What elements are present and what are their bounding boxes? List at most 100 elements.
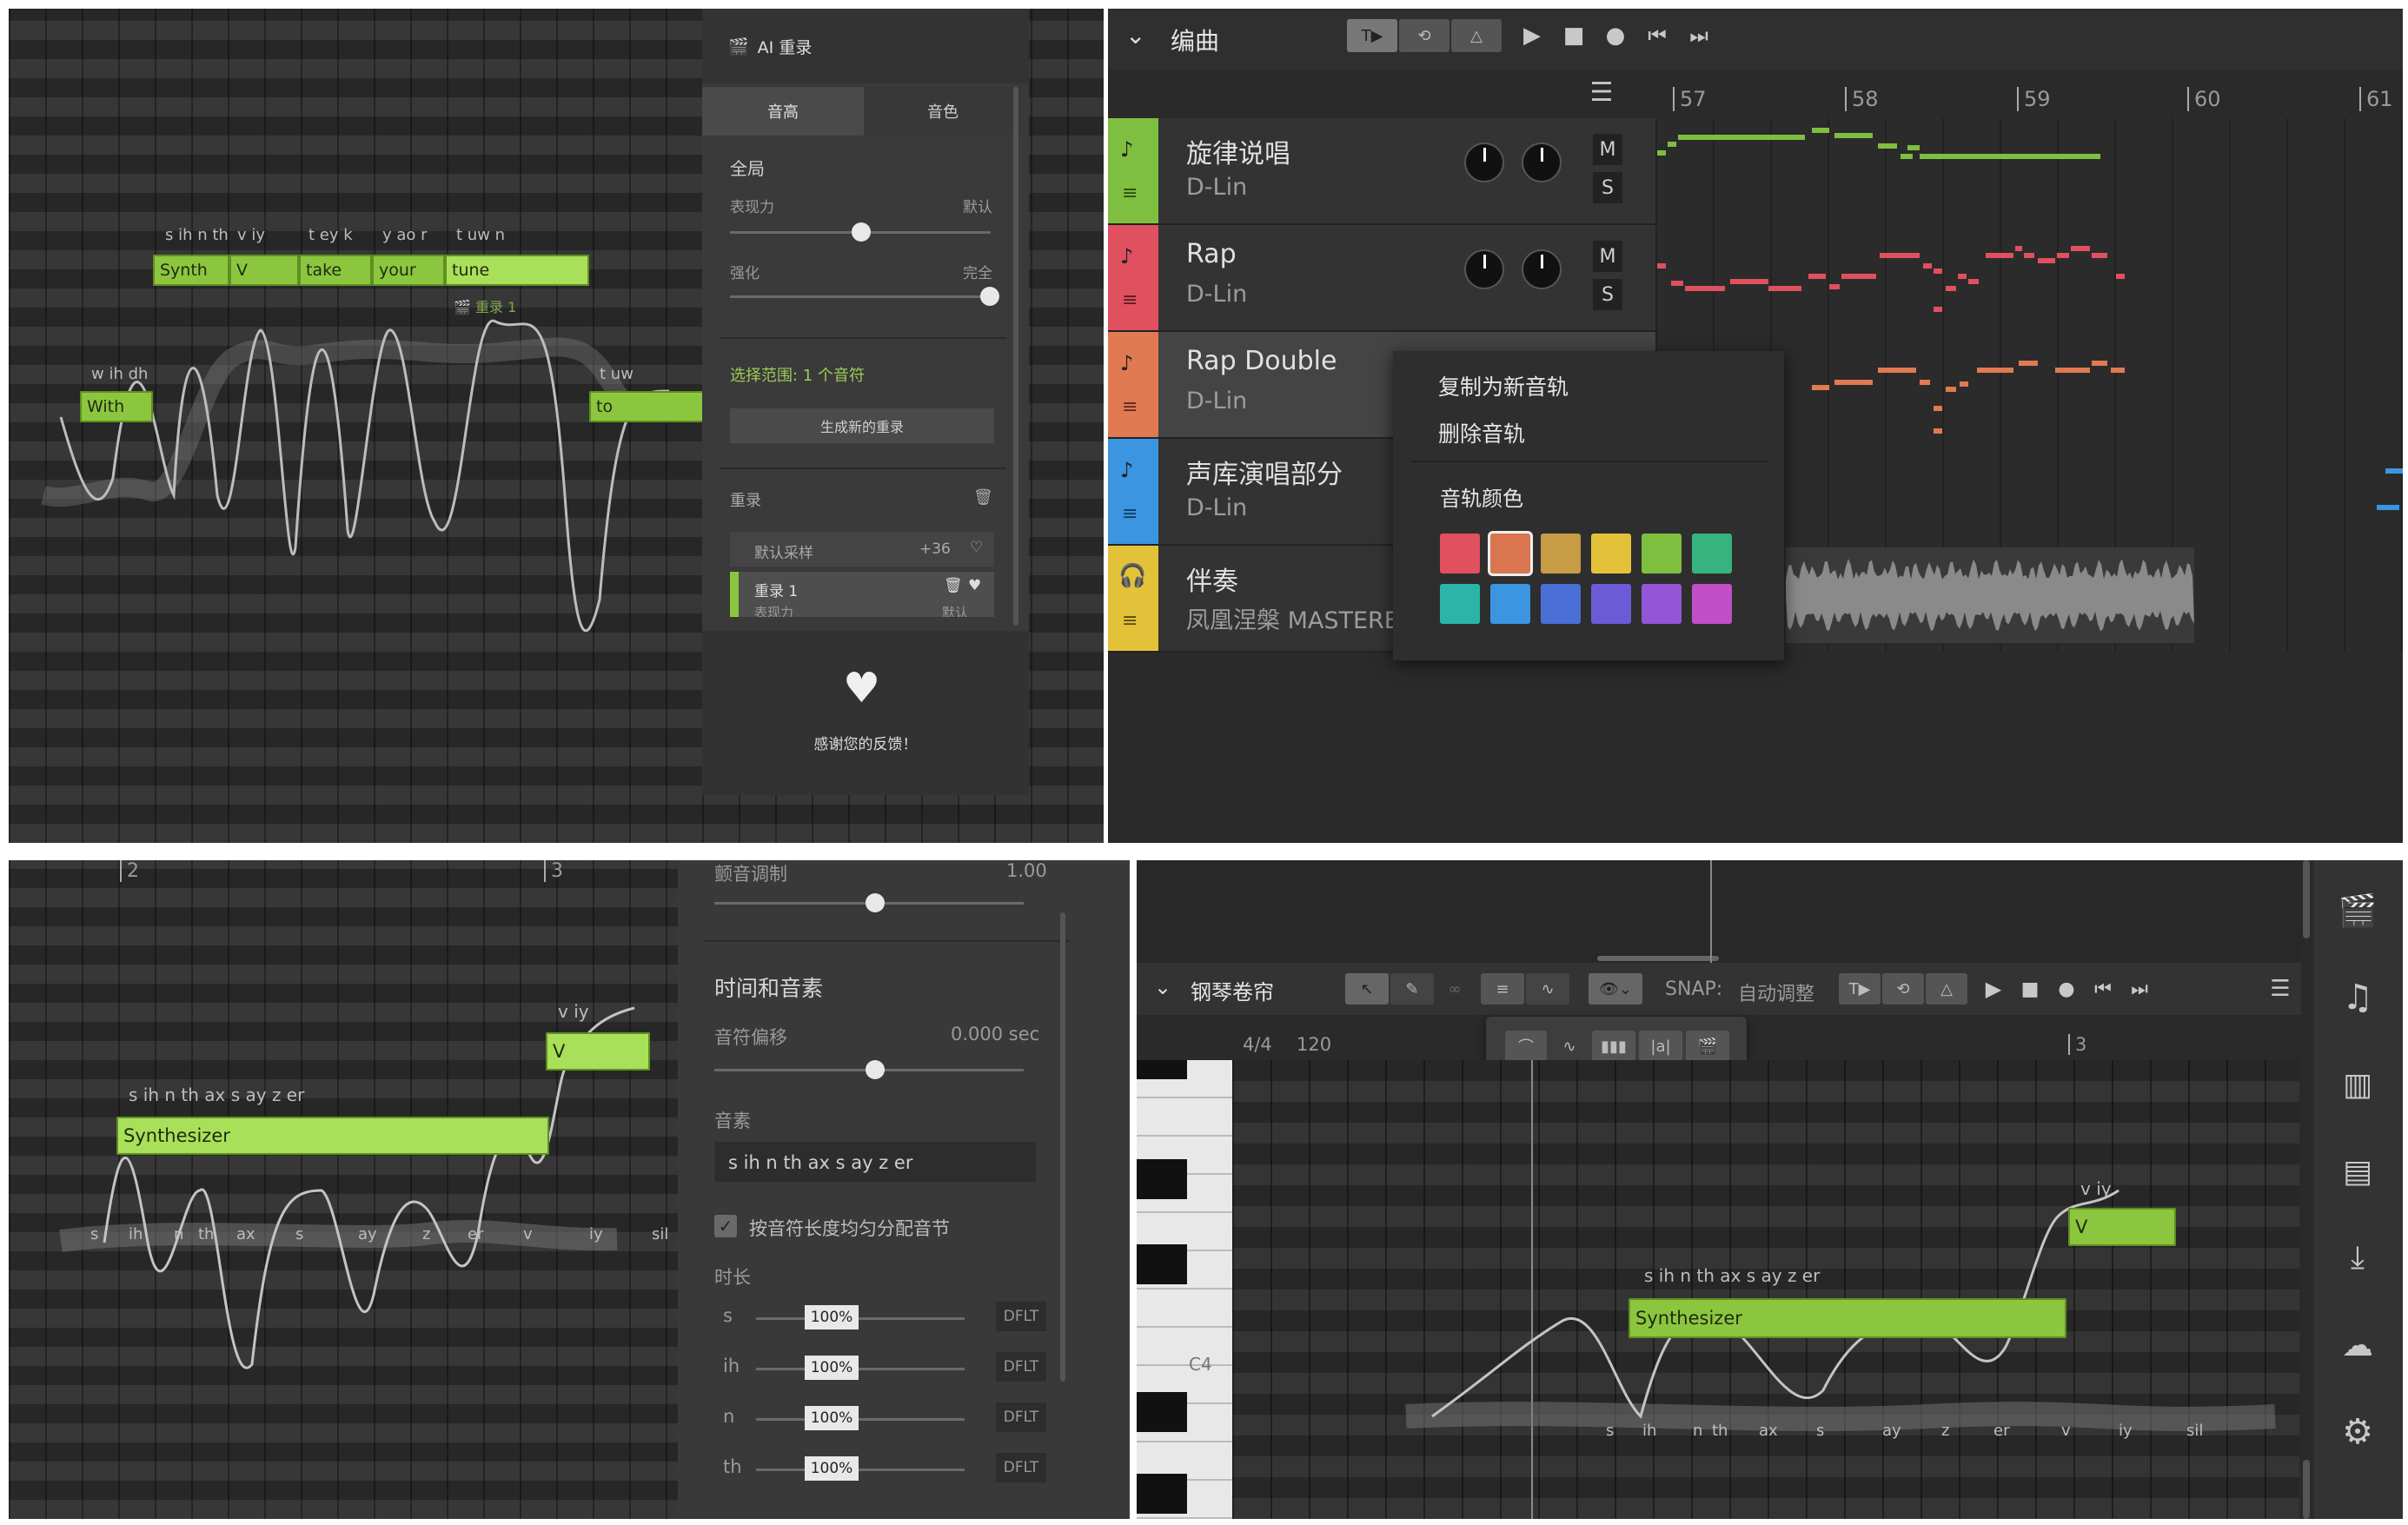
note-to[interactable]: to [589, 391, 711, 422]
retake-view-button[interactable]: 🎬 [1686, 1031, 1729, 1062]
record-icon[interactable]: ● [1600, 19, 1631, 52]
view-options-button[interactable]: 👁⌄ [1589, 973, 1642, 1005]
track-melody-rap[interactable]: ♪ ≡ 旋律说唱 D-Lin M S [1108, 118, 1655, 225]
retake-row-default[interactable]: 默认采样 +36 ♡ [730, 532, 994, 567]
drag-handle-icon[interactable]: ≡ [1122, 289, 1138, 311]
phoneme-cell[interactable]: sil [652, 1225, 668, 1243]
phoneme-cell[interactable]: th [1712, 1422, 1728, 1440]
color-swatch[interactable] [1490, 584, 1530, 624]
duration-slider[interactable] [756, 1368, 965, 1370]
phoneme-cell[interactable]: ax [236, 1225, 255, 1243]
vibrato-slider[interactable] [714, 893, 1024, 912]
note-v[interactable]: V [2068, 1208, 2176, 1246]
phoneme-cell[interactable]: z [422, 1225, 430, 1243]
stop-icon[interactable]: ■ [1558, 19, 1589, 52]
drag-handle-icon[interactable]: ≡ [1122, 610, 1138, 632]
pitch-tool-button[interactable]: ≡ [1481, 973, 1524, 1005]
phoneme-cell[interactable]: s [1816, 1422, 1824, 1440]
vertical-scrollbar[interactable] [2303, 1460, 2310, 1519]
phoneme-view-button[interactable]: |a| [1639, 1031, 1682, 1062]
color-swatch[interactable] [1591, 534, 1631, 574]
trash-icon[interactable]: 🗑 [973, 488, 993, 507]
volume-knob[interactable] [1464, 249, 1504, 289]
pitch-curve-view-button[interactable]: ⌒ [1505, 1031, 1547, 1062]
color-swatch[interactable] [1692, 534, 1732, 574]
skip-back-icon[interactable]: ⏮ [1642, 19, 1673, 52]
panel-scrollbar[interactable] [1060, 912, 1065, 1382]
solo-button[interactable]: S [1593, 279, 1622, 310]
phoneme-cell[interactable]: iy [2119, 1422, 2133, 1440]
mute-button[interactable]: M [1593, 241, 1622, 272]
color-swatch[interactable] [1692, 584, 1732, 624]
color-swatch[interactable] [1440, 584, 1480, 624]
music-note-icon[interactable]: ♫ [2333, 973, 2382, 1022]
phoneme-cell[interactable]: iy [589, 1225, 603, 1243]
pen-tool-button[interactable]: ✎ [1390, 973, 1434, 1005]
color-swatch[interactable] [1642, 584, 1682, 624]
chevron-down-icon[interactable]: ⌄ [1154, 975, 1171, 999]
play-icon[interactable]: ▶ [1516, 19, 1548, 52]
follow-button[interactable]: T▶ [1347, 19, 1397, 52]
phoneme-cell[interactable]: v [523, 1225, 533, 1243]
color-swatch[interactable] [1642, 534, 1682, 574]
duration-slider[interactable] [756, 1317, 965, 1320]
drag-handle-icon[interactable]: ≡ [1122, 396, 1138, 418]
vibrato-view-button[interactable]: ∿ [1550, 1031, 1589, 1062]
skip-back-icon[interactable]: ⏮ [2089, 973, 2117, 1005]
phoneme-cell[interactable]: ih [129, 1225, 143, 1243]
drag-handle-icon[interactable]: ≡ [1122, 182, 1138, 204]
phoneme-input[interactable]: s ih n th ax s ay z er [714, 1142, 1036, 1182]
mute-button[interactable]: M [1593, 134, 1622, 165]
skip-forward-icon[interactable]: ⏭ [1683, 19, 1715, 52]
scroll-thumb[interactable] [1597, 956, 1719, 961]
phoneme-cell[interactable]: er [1993, 1422, 2009, 1440]
duration-value[interactable]: 100% [805, 1305, 859, 1329]
heart-filled-icon[interactable]: ♥ [968, 577, 981, 594]
stop-icon[interactable]: ■ [2016, 973, 2044, 1005]
color-swatch-selected[interactable] [1490, 534, 1530, 574]
skip-forward-icon[interactable]: ⏭ [2126, 973, 2153, 1005]
phoneme-cell[interactable]: ih [1642, 1422, 1656, 1440]
note-tune[interactable]: tune [445, 255, 589, 286]
gear-icon[interactable]: ⚙ [2333, 1408, 2382, 1456]
select-tool-button[interactable]: ↖ [1345, 973, 1389, 1005]
phoneme-cell[interactable]: ax [1759, 1422, 1778, 1440]
phoneme-cell[interactable]: s [90, 1225, 98, 1243]
note-synth[interactable]: Synth [153, 255, 229, 286]
phoneme-cell[interactable]: s [295, 1225, 303, 1243]
tab-pitch[interactable]: 音高 [702, 87, 864, 136]
note-with[interactable]: With [80, 391, 153, 422]
color-swatch[interactable] [1541, 534, 1581, 574]
phoneme-cell[interactable]: th [198, 1225, 214, 1243]
expr-slider[interactable] [730, 222, 991, 242]
slider-knob[interactable] [852, 222, 871, 242]
loop-button[interactable]: ⟲ [1399, 19, 1449, 52]
menu-icon[interactable]: ☰ [2266, 973, 2294, 1005]
note-synthesizer[interactable]: Synthesizer [116, 1117, 549, 1155]
metronome-button[interactable]: △ [1926, 973, 1967, 1005]
volume-knob[interactable] [1464, 143, 1504, 182]
track-color-strip[interactable] [1108, 118, 1158, 223]
snap-value[interactable]: 自动调整 [1738, 978, 1814, 1006]
duration-value[interactable]: 100% [805, 1456, 859, 1481]
import-icon[interactable]: ⤓ [2333, 1234, 2382, 1283]
color-swatch[interactable] [1591, 584, 1631, 624]
phoneme-cell[interactable]: s [1606, 1422, 1614, 1440]
heart-outline-icon[interactable]: ♡ [970, 539, 983, 556]
black-key[interactable] [1137, 1159, 1187, 1199]
track-color-strip[interactable] [1108, 439, 1158, 544]
slider-knob[interactable] [866, 1060, 885, 1079]
default-button[interactable]: DFLT [996, 1402, 1046, 1432]
pan-knob[interactable] [1522, 249, 1562, 289]
solo-button[interactable]: S [1593, 172, 1622, 203]
loop-button[interactable]: ⟲ [1882, 973, 1924, 1005]
trash-icon[interactable]: 🗑 [944, 577, 963, 594]
even-distribute-checkbox[interactable]: ✓ [714, 1215, 737, 1237]
vibrato-tool-button[interactable]: ∿ [1526, 973, 1569, 1005]
track-color-strip[interactable] [1108, 546, 1158, 651]
strength-slider[interactable] [730, 287, 999, 306]
note-take[interactable]: take [299, 255, 372, 286]
duration-slider[interactable] [756, 1418, 965, 1421]
phoneme-cell[interactable]: ay [358, 1225, 377, 1243]
drag-handle-icon[interactable]: ≡ [1122, 503, 1138, 525]
